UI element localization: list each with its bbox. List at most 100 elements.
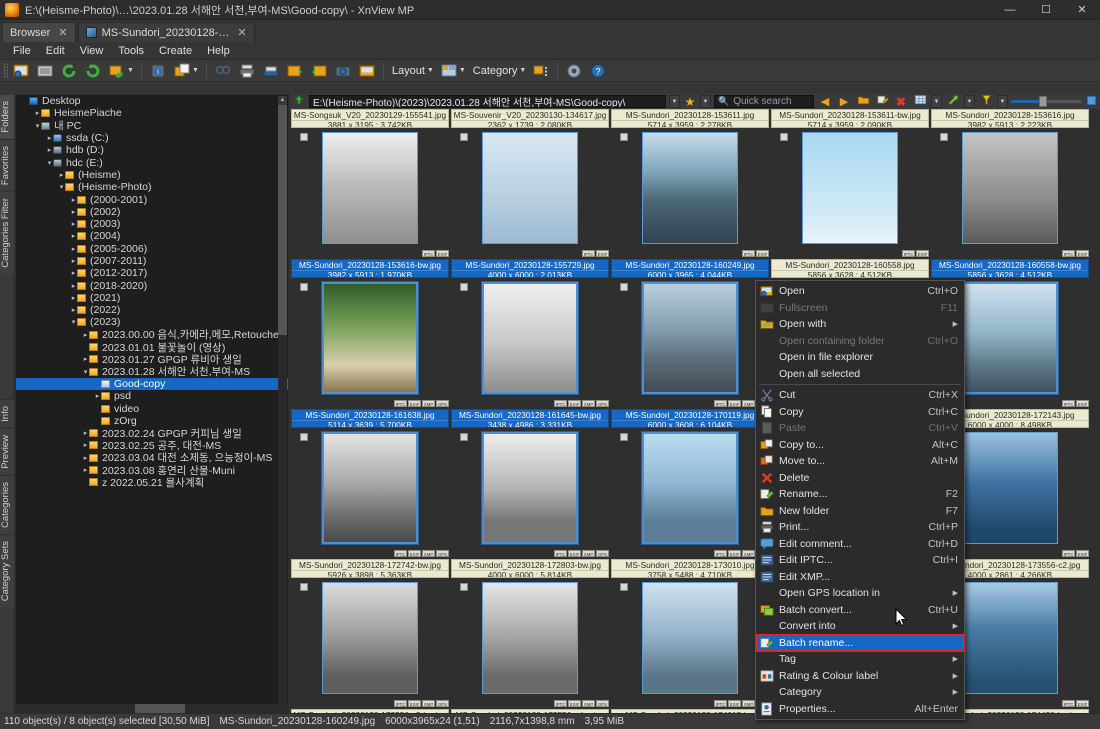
menu-tools[interactable]: Tools bbox=[111, 44, 151, 58]
thumbnail-mode-dropdown-icon[interactable]: ▼ bbox=[459, 67, 466, 74]
thumbnail-size-slider[interactable] bbox=[1011, 95, 1081, 108]
thumbnail-image[interactable] bbox=[482, 282, 578, 394]
toolbar-grip[interactable] bbox=[3, 63, 8, 79]
chevron-right-icon[interactable]: ▸ bbox=[70, 232, 77, 240]
thumbnail-image[interactable] bbox=[962, 582, 1058, 694]
thumbnail-checkbox[interactable] bbox=[300, 283, 308, 291]
tree-item[interactable]: ▸psd bbox=[16, 390, 288, 402]
gear-icon[interactable] bbox=[563, 61, 585, 80]
thumbnail-item[interactable]: MS-Sundori_20230128-172803-bw.jpg4000 x … bbox=[450, 559, 610, 709]
sidebar-item-categories-filter[interactable]: Categories Filter bbox=[0, 191, 14, 274]
help-icon[interactable]: ? bbox=[587, 61, 609, 80]
menu-item-edit-comment[interactable]: Edit comment...Ctrl+D bbox=[756, 536, 964, 553]
thumbnail-checkbox[interactable] bbox=[620, 283, 628, 291]
thumbnail-checkbox[interactable] bbox=[300, 583, 308, 591]
tag-icon[interactable] bbox=[978, 94, 994, 109]
tree-item[interactable]: ▸(2005-2006) bbox=[16, 243, 288, 255]
layout-menu-label[interactable]: Layout bbox=[389, 65, 428, 77]
chevron-right-icon[interactable]: ▸ bbox=[46, 146, 53, 154]
chevron-down-icon[interactable]: ▾ bbox=[34, 122, 41, 130]
chevron-down-icon[interactable]: ▾ bbox=[82, 368, 89, 376]
tree-item[interactable]: ▸(2002) bbox=[16, 206, 288, 218]
menu-item-rename[interactable]: Rename...F2 bbox=[756, 486, 964, 503]
menu-item-tag[interactable]: Tag▶ bbox=[756, 651, 964, 668]
search-input[interactable]: 🔍 Quick search bbox=[714, 95, 814, 108]
thumbnail-image[interactable] bbox=[642, 282, 738, 394]
up-folder-icon[interactable] bbox=[292, 94, 306, 109]
address-path-field[interactable]: E:\(Heisme-Photo)\(2023)\2023.01.28 서해안 … bbox=[309, 95, 666, 108]
menu-item-batch-convert[interactable]: Batch convert...Ctrl+U bbox=[756, 602, 964, 619]
convert-dropdown-icon[interactable]: ▼ bbox=[127, 67, 134, 74]
thumbnail-image[interactable] bbox=[642, 432, 738, 544]
thumbnail-checkbox[interactable] bbox=[780, 133, 788, 141]
menu-edit[interactable]: Edit bbox=[39, 44, 72, 58]
chevron-right-icon[interactable]: ▸ bbox=[82, 441, 89, 449]
thumbnail-image[interactable] bbox=[322, 132, 418, 244]
tree-vertical-scrollbar[interactable]: ▲ ▼ bbox=[278, 96, 287, 713]
sidebar-item-categories[interactable]: Categories bbox=[0, 475, 14, 534]
filter-icon[interactable] bbox=[945, 94, 961, 109]
thumbnail-checkbox[interactable] bbox=[460, 133, 468, 141]
thumbnail-item[interactable]: MS-Sundori_20230128-161638.jpg5114 x 363… bbox=[290, 409, 450, 559]
thumbnail-item[interactable]: MS-Souvenir_V20_20230130-134617.jpg2362 … bbox=[450, 109, 610, 259]
chevron-right-icon[interactable]: ▸ bbox=[70, 208, 77, 216]
chevron-right-icon[interactable]: ▸ bbox=[82, 454, 89, 462]
thumbnail-item[interactable]: MS-Sundori_20230128-153616-bw.jpg3982 x … bbox=[290, 259, 450, 409]
tree-item[interactable]: ▾내 PC bbox=[16, 120, 288, 132]
thumbnail-image[interactable] bbox=[642, 582, 738, 694]
import-icon[interactable] bbox=[284, 61, 306, 80]
menu-item-properties[interactable]: Properties...Alt+Enter bbox=[756, 701, 964, 718]
rotate-left-icon[interactable] bbox=[58, 61, 80, 80]
thumbnail-checkbox[interactable] bbox=[620, 583, 628, 591]
thumbnail-image[interactable] bbox=[802, 132, 898, 244]
tree-item[interactable]: ▸(2012-2017) bbox=[16, 267, 288, 279]
tab-browser[interactable]: Browser ✕ bbox=[2, 22, 76, 42]
menu-item-new-folder[interactable]: New folderF7 bbox=[756, 503, 964, 520]
menu-item-open[interactable]: OpenCtrl+O bbox=[756, 283, 964, 300]
chevron-down-icon[interactable]: ▾ bbox=[46, 159, 53, 167]
chevron-right-icon[interactable]: ▸ bbox=[82, 429, 89, 437]
tab-browser-close-icon[interactable]: ✕ bbox=[58, 26, 67, 39]
thumbnail-image[interactable] bbox=[962, 432, 1058, 544]
menu-view[interactable]: View bbox=[73, 44, 111, 58]
menu-item-edit-xmp[interactable]: Edit XMP... bbox=[756, 569, 964, 586]
category-dropdown-icon[interactable]: ▼ bbox=[519, 67, 526, 74]
menu-item-rating-colour-label[interactable]: Rating & Colour label▶ bbox=[756, 668, 964, 685]
tree-item[interactable]: ▾(Heisme-Photo) bbox=[16, 181, 288, 193]
sidebar-item-category-sets[interactable]: Category Sets bbox=[0, 534, 14, 607]
chevron-right-icon[interactable]: ▸ bbox=[46, 134, 53, 142]
thumbnail-image[interactable] bbox=[482, 432, 578, 544]
menu-item-cut[interactable]: CutCtrl+X bbox=[756, 387, 964, 404]
tree-item[interactable]: ▸(2022) bbox=[16, 304, 288, 316]
menu-item-move-to[interactable]: Move to...Alt+M bbox=[756, 453, 964, 470]
thumbnail-item[interactable]: MS-Sundori_20230128-161645-bw.jpg3438 x … bbox=[450, 409, 610, 559]
scanner-icon[interactable] bbox=[260, 61, 282, 80]
tree-item[interactable]: ▸(2018-2020) bbox=[16, 279, 288, 291]
chevron-right-icon[interactable]: ▸ bbox=[70, 282, 77, 290]
star-icon[interactable]: ★ bbox=[683, 95, 697, 109]
thumbnail-item[interactable]: MS-Sundori_20230128-153611-bw.jpg5714 x … bbox=[770, 109, 930, 259]
convert-icon[interactable] bbox=[106, 61, 128, 80]
thumbnail-image[interactable] bbox=[962, 282, 1058, 394]
thumbnail-item[interactable]: MS-Sundori_20230128-153611.jpg5714 x 395… bbox=[610, 109, 770, 259]
thumbnail-checkbox[interactable] bbox=[300, 133, 308, 141]
chevron-right-icon[interactable]: ▸ bbox=[82, 466, 89, 474]
copy-to-dropdown-icon[interactable]: ▼ bbox=[192, 67, 199, 74]
thumbnail-checkbox[interactable] bbox=[940, 133, 948, 141]
thumbnail-image[interactable] bbox=[322, 582, 418, 694]
tag-dropdown-icon[interactable]: ▼ bbox=[997, 95, 1008, 108]
tree-hscroll-thumb[interactable] bbox=[135, 704, 185, 713]
thumbnail-grid[interactable]: MS-Songsuk_V20_20230129-155541.jpg3881 x… bbox=[290, 109, 1100, 713]
thumbnail-item[interactable]: MS-Sundori_20230128-153616.jpg3982 x 591… bbox=[930, 109, 1090, 259]
thumbnail-image[interactable] bbox=[482, 582, 578, 694]
filter-dropdown-icon[interactable]: ▼ bbox=[964, 95, 975, 108]
thumbnail-item[interactable]: MS-Sundori_20230128-160249.jpg6000 x 396… bbox=[610, 259, 770, 409]
tree-item[interactable]: ▾2023.01.28 서해안 서천,부여-MS bbox=[16, 366, 288, 378]
menu-item-copy[interactable]: CopyCtrl+C bbox=[756, 404, 964, 421]
thumbnail-item[interactable]: MS-Sundori_20230128-170119.jpg6000 x 360… bbox=[610, 409, 770, 559]
thumbnail-checkbox[interactable] bbox=[460, 583, 468, 591]
favorites-dropdown-icon[interactable]: ▼ bbox=[700, 95, 711, 108]
tab-image-close-icon[interactable]: ✕ bbox=[237, 26, 246, 39]
thumbnail-image[interactable] bbox=[482, 132, 578, 244]
thumbnail-checkbox[interactable] bbox=[620, 433, 628, 441]
